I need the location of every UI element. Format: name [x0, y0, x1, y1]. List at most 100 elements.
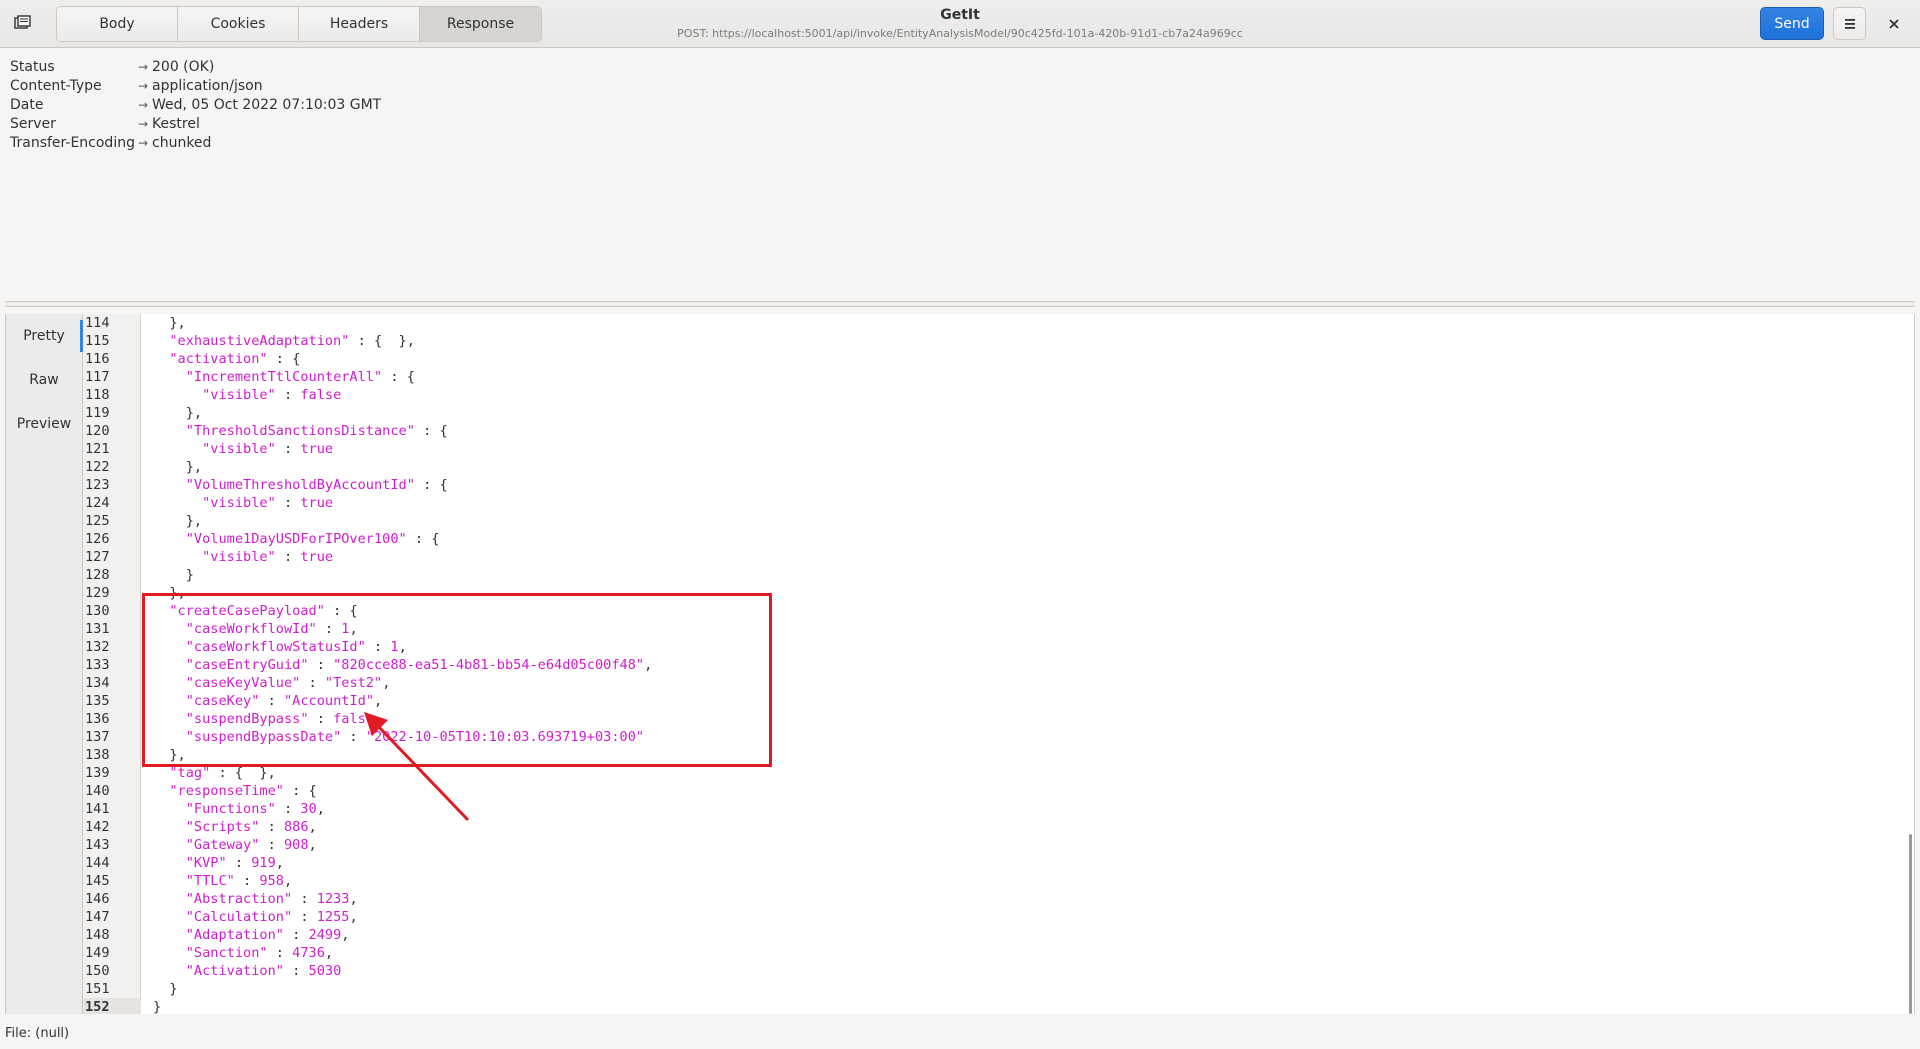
- line-number: 136: [85, 711, 110, 727]
- line-number: 142: [85, 819, 110, 835]
- arrow-right-icon: →: [138, 117, 149, 131]
- code-text: "caseKeyValue" : "Test2",: [185, 675, 391, 691]
- header-row: Status → 200 (OK): [10, 58, 381, 77]
- line-number: 119: [85, 405, 110, 421]
- code-text: }: [153, 567, 194, 583]
- code-line: 151 }: [83, 980, 1914, 998]
- view-tab-preview[interactable]: Preview: [6, 402, 82, 446]
- line-number: 131: [85, 621, 110, 637]
- line-number: 147: [85, 909, 110, 925]
- code-line: 136 "suspendBypass" : false,: [83, 710, 1914, 728]
- line-number: 141: [85, 801, 110, 817]
- header-key: Content-Type: [10, 78, 102, 94]
- code-line: 144 "KVP" : 919,: [83, 854, 1914, 872]
- code-text: "Adaptation" : 2499,: [185, 927, 350, 943]
- code-line: 129 },: [83, 584, 1914, 602]
- header-bar: Body Cookies Headers Response GetIt POST: h…: [0, 0, 1920, 48]
- line-number: 139: [85, 765, 110, 781]
- header-key: Server: [10, 116, 56, 132]
- code-text: "visible" : true: [202, 441, 334, 457]
- view-tab-raw[interactable]: Raw: [6, 358, 82, 402]
- code-line: 123 "VolumeThresholdByAccountId" : {: [83, 476, 1914, 494]
- code-line: 121 "visible" : true: [83, 440, 1914, 458]
- code-text: "Activation" : 5030: [185, 963, 342, 979]
- line-number: 143: [85, 837, 110, 853]
- line-number: 115: [85, 333, 110, 349]
- code-line: 118 "visible" : false: [83, 386, 1914, 404]
- hamburger-menu-icon: [1844, 18, 1855, 29]
- code-text: "visible" : true: [202, 495, 334, 511]
- code-line: 138 },: [83, 746, 1914, 764]
- code-line: 125 },: [83, 512, 1914, 530]
- header-row: Date → Wed, 05 Oct 2022 07:10:03 GMT: [10, 96, 381, 115]
- header-row: Content-Type → application/json: [10, 77, 381, 96]
- line-number: 120: [85, 423, 110, 439]
- code-text: },: [153, 315, 186, 331]
- vertical-scrollbar[interactable]: [1909, 834, 1912, 1014]
- code-line: 152}: [83, 998, 1914, 1014]
- line-number: 140: [85, 783, 110, 799]
- line-number: 122: [85, 459, 110, 475]
- code-text: "visible" : true: [202, 549, 334, 565]
- line-number: 117: [85, 369, 110, 385]
- arrow-right-icon: →: [138, 60, 149, 74]
- send-button[interactable]: Send: [1760, 7, 1824, 40]
- code-line: 132 "caseWorkflowStatusId" : 1,: [83, 638, 1914, 656]
- response-body-view[interactable]: 114 }, 115 "exhaustiveAdaptation" : { }, 1…: [83, 314, 1915, 1014]
- code-text: },: [153, 585, 186, 601]
- header-row: Transfer-Encoding → chunked: [10, 134, 381, 153]
- code-text: "visible" : false: [202, 387, 342, 403]
- code-line: 134 "caseKeyValue" : "Test2",: [83, 674, 1914, 692]
- header-key: Date: [10, 97, 44, 113]
- code-text: "activation" : {: [169, 351, 301, 367]
- request-url: POST: https://localhost:5001/api/invoke/…: [677, 27, 1243, 40]
- header-key: Status: [10, 59, 55, 75]
- tab-cookies[interactable]: Cookies: [178, 7, 299, 41]
- line-number: 114: [85, 315, 110, 331]
- code-text: "TTLC" : 958,: [185, 873, 293, 889]
- code-text: "Scripts" : 886,: [185, 819, 317, 835]
- line-number: 134: [85, 675, 110, 691]
- code-line: 147 "Calculation" : 1255,: [83, 908, 1914, 926]
- code-line: 124 "visible" : true: [83, 494, 1914, 512]
- tab-body[interactable]: Body: [57, 7, 178, 41]
- arrow-right-icon: →: [138, 79, 149, 93]
- code-text: "responseTime" : {: [169, 783, 317, 799]
- code-line: 148 "Adaptation" : 2499,: [83, 926, 1914, 944]
- code-line: 142 "Scripts" : 886,: [83, 818, 1914, 836]
- view-tab-pretty[interactable]: Pretty: [6, 314, 83, 358]
- close-button[interactable]: [1882, 12, 1906, 36]
- code-line: 130 "createCasePayload" : {: [83, 602, 1914, 620]
- code-text: },: [153, 405, 203, 421]
- view-tabs: Pretty Raw Preview: [5, 314, 83, 1014]
- close-icon: [1889, 19, 1899, 29]
- line-number: 148: [85, 927, 110, 943]
- code-text: "KVP" : 919,: [185, 855, 284, 871]
- code-text: "suspendBypassDate" : "2022-10-05T10:10:…: [185, 729, 645, 745]
- line-number: 137: [85, 729, 110, 745]
- line-number: 124: [85, 495, 110, 511]
- code-text: "caseEntryGuid" : "820cce88-ea51-4b81-bb…: [185, 657, 653, 673]
- menu-button[interactable]: [1833, 7, 1866, 40]
- code-text: "VolumeThresholdByAccountId" : {: [185, 477, 448, 493]
- code-text: }: [153, 999, 162, 1014]
- line-number: 126: [85, 531, 110, 547]
- code-text: "IncrementTtlCounterAll" : {: [185, 369, 415, 385]
- header-value: Kestrel: [152, 116, 200, 132]
- code-text: "Functions" : 30,: [185, 801, 325, 817]
- code-line: 115 "exhaustiveAdaptation" : { },: [83, 332, 1914, 350]
- code-text: "Sanction" : 4736,: [185, 945, 334, 961]
- line-number: 128: [85, 567, 110, 583]
- code-text: "tag" : { },: [169, 765, 276, 781]
- pane-separator[interactable]: [5, 301, 1915, 307]
- header-value: application/json: [152, 78, 263, 94]
- arrow-right-icon: →: [138, 98, 149, 112]
- code-line: 117 "IncrementTtlCounterAll" : {: [83, 368, 1914, 386]
- header-key: Transfer-Encoding: [10, 135, 135, 151]
- line-number: 150: [85, 963, 110, 979]
- line-number: 152: [83, 998, 141, 1014]
- tab-headers[interactable]: Headers: [299, 7, 420, 41]
- arrow-right-icon: →: [138, 136, 149, 150]
- window-title: GetIt: [940, 7, 980, 23]
- code-line: 143 "Gateway" : 908,: [83, 836, 1914, 854]
